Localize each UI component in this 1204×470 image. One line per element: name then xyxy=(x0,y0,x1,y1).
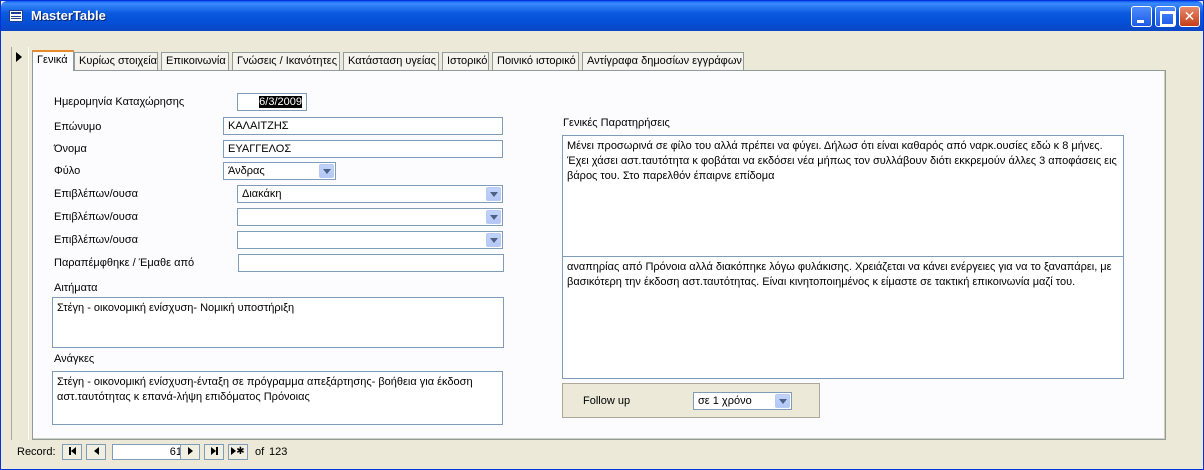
total-records: 123 xyxy=(269,446,288,458)
tab-main-details[interactable]: Κυρίως στοιχεία xyxy=(74,52,158,70)
window-title: MasterTable xyxy=(31,8,106,23)
title-bar[interactable]: MasterTable ✕ xyxy=(1,1,1203,31)
supervisor3-label: Επιβλέπων/ουσα xyxy=(54,234,138,246)
supervisor2-select[interactable] xyxy=(237,208,503,226)
general-notes-label: Γενικές Παρατηρήσεις xyxy=(563,117,670,129)
chevron-down-icon[interactable] xyxy=(486,210,501,224)
access-form-window: MasterTable ✕ Γενικά Κυρίως στοιχεία Επι… xyxy=(0,0,1204,470)
maximize-button[interactable] xyxy=(1155,6,1176,27)
chevron-down-icon[interactable] xyxy=(486,233,501,247)
surname-field[interactable]: ΚΑΛΑΙΤΖΗΣ xyxy=(223,117,503,135)
of-label: of xyxy=(255,446,265,458)
referred-field[interactable] xyxy=(238,254,504,272)
needs-textarea[interactable]: Στέγη - οικονομική ενίσχυση-ένταξη σε πρ… xyxy=(52,371,503,425)
tab-contact[interactable]: Επικοινωνία xyxy=(161,52,229,70)
current-record-arrow-icon xyxy=(16,52,22,62)
tab-criminal-record[interactable]: Ποινικό ιστορικό xyxy=(492,52,579,70)
general-notes-continued-textarea[interactable]: αναπηρίας από Πρόνοια αλλά διακόπηκε λόγ… xyxy=(562,256,1124,379)
first-record-button[interactable] xyxy=(62,444,82,460)
general-notes-textarea[interactable]: Μένει προσωρινά σε φίλο του αλλά πρέπει … xyxy=(562,135,1124,257)
close-button[interactable]: ✕ xyxy=(1179,6,1200,27)
requests-label: Αιτήματα xyxy=(54,282,98,294)
registration-date-label: Ημερομηνία Καταχώρησης xyxy=(54,96,185,108)
gender-select[interactable]: Άνδρας xyxy=(223,162,336,180)
chevron-down-icon[interactable] xyxy=(775,394,790,408)
chevron-down-icon[interactable] xyxy=(319,164,334,178)
form-icon xyxy=(9,10,23,22)
name-field[interactable]: ΕΥΑΓΓΕΛΟΣ xyxy=(223,140,503,158)
followup-label: Follow up xyxy=(583,395,631,407)
next-record-button[interactable] xyxy=(180,444,200,460)
current-record-field[interactable]: 61 xyxy=(112,444,188,460)
tab-health-status[interactable]: Κατάσταση υγείας xyxy=(343,52,439,70)
record-label: Record: xyxy=(17,446,56,458)
supervisor1-select[interactable]: Διακάκη xyxy=(237,185,503,203)
record-selector[interactable] xyxy=(11,47,29,440)
referred-label: Παραπέμφθηκε / Έμαθε από xyxy=(54,257,195,269)
new-record-button[interactable]: ✱ xyxy=(228,444,248,460)
gender-label: Φύλο xyxy=(54,165,81,177)
tab-general[interactable]: Γενικά xyxy=(32,50,74,71)
needs-label: Ανάγκες xyxy=(54,353,95,365)
tab-history[interactable]: Ιστορικό xyxy=(442,52,489,70)
followup-select[interactable]: σε 1 χρόνο xyxy=(693,392,792,410)
requests-textarea[interactable]: Στέγη - οικονομική ενίσχυση- Νομική υποσ… xyxy=(52,297,504,348)
minimize-button[interactable] xyxy=(1131,6,1152,27)
supervisor2-label: Επιβλέπων/ουσα xyxy=(54,211,138,223)
supervisor1-label: Επιβλέπων/ουσα xyxy=(54,188,138,200)
registration-date-field[interactable]: 6/3/2009 xyxy=(237,93,307,111)
record-navigation-bar: Record: 61 ✱ of 123 xyxy=(11,441,1201,463)
previous-record-button[interactable] xyxy=(86,444,106,460)
tab-public-documents[interactable]: Αντίγραφα δημοσίων εγγράφων xyxy=(582,52,744,70)
surname-label: Επώνυμο xyxy=(54,121,102,133)
chevron-down-icon[interactable] xyxy=(486,187,501,201)
tab-skills[interactable]: Γνώσεις / Ικανότητες xyxy=(232,52,340,70)
last-record-button[interactable] xyxy=(204,444,224,460)
supervisor3-select[interactable] xyxy=(237,231,503,249)
name-label: Όνομα xyxy=(54,143,87,155)
